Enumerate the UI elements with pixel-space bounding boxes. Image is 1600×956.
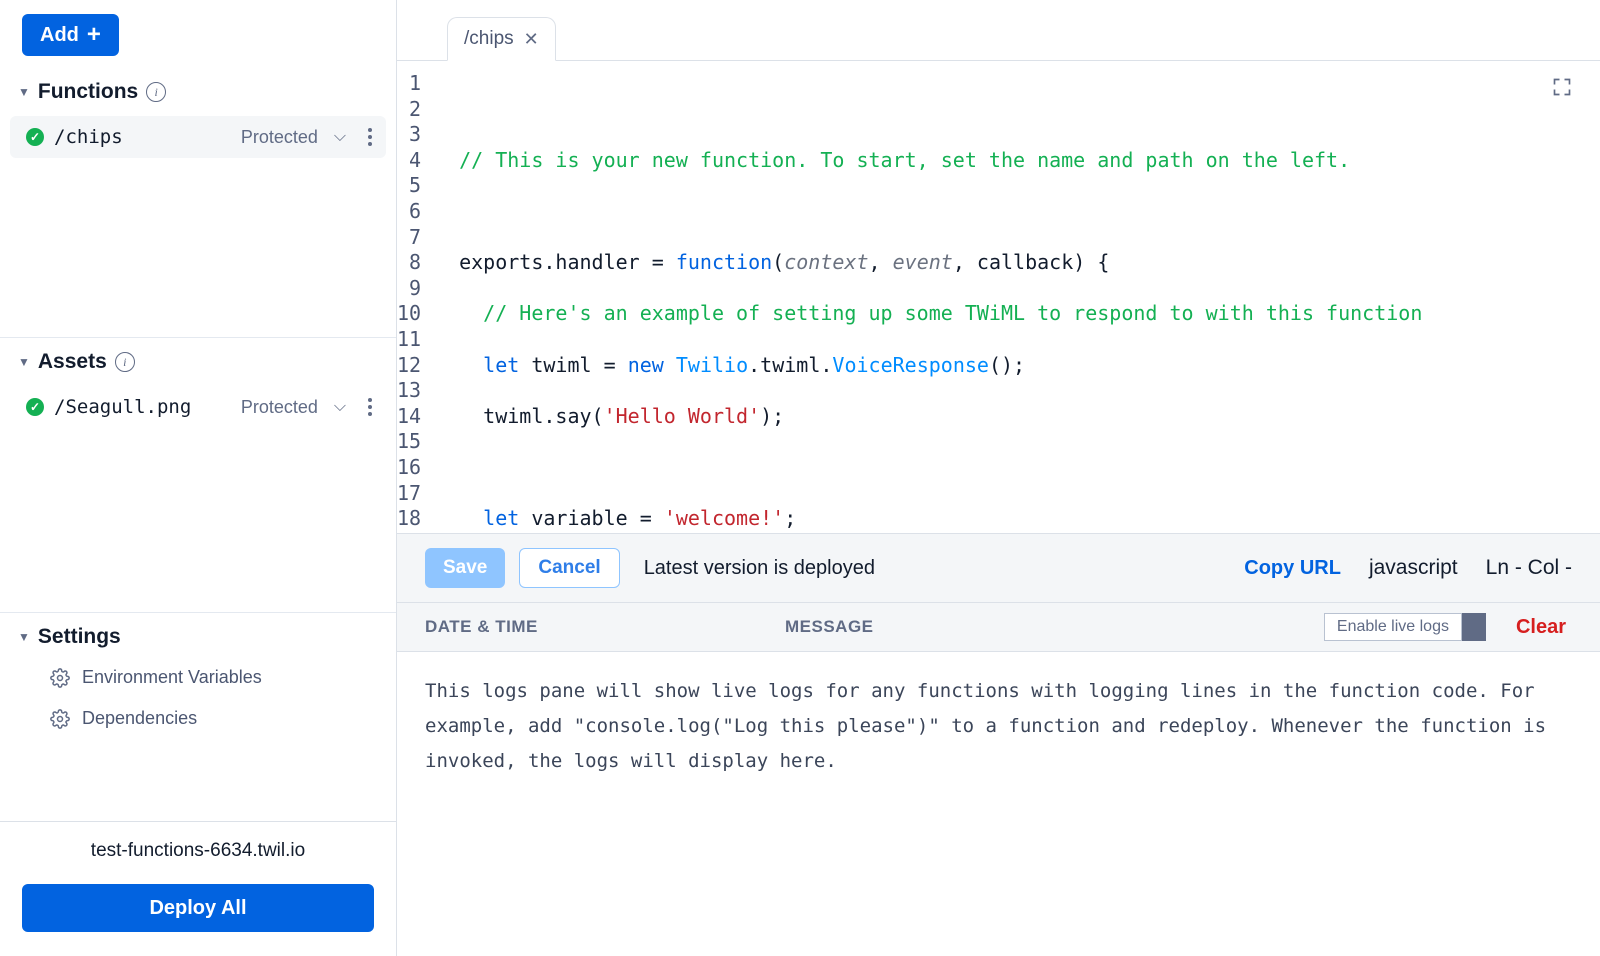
service-url: test-functions-6634.twil.io (22, 840, 374, 862)
code-editor[interactable]: 1 2 3 4 5 6 7 8 9 10 11 12 13 14 15 16 1… (397, 61, 1600, 533)
plus-icon: + (87, 23, 101, 47)
status-deployed-icon: ✓ (26, 398, 44, 416)
toggle-switch-icon (1462, 613, 1486, 641)
settings-env-vars[interactable]: Environment Variables (0, 657, 396, 698)
visibility-dropdown[interactable]: ⌵ (328, 398, 352, 416)
statusbar: Save Cancel Latest version is deployed C… (397, 533, 1600, 602)
logs-pane: This logs pane will show live logs for a… (397, 652, 1600, 956)
deploy-all-button[interactable]: Deploy All (22, 884, 374, 932)
visibility-dropdown[interactable]: ⌵ (328, 128, 352, 146)
visibility-label: Protected (241, 127, 318, 148)
section-header-functions[interactable]: ▼ Functions i (0, 72, 396, 112)
logs-header: DATE & TIME MESSAGE Enable live logs Cle… (397, 602, 1600, 652)
sidebar-footer: test-functions-6634.twil.io Deploy All (0, 821, 396, 956)
clear-logs-button[interactable]: Clear (1510, 615, 1572, 640)
section-settings: ▼ Settings Environment Variables Depende… (0, 613, 396, 821)
section-assets: ▼ Assets i ✓ /Seagull.png Protected ⌵ (0, 338, 396, 613)
info-icon[interactable]: i (115, 352, 135, 372)
function-name: /chips (54, 126, 231, 148)
asset-item-seagull[interactable]: ✓ /Seagull.png Protected ⌵ (10, 386, 386, 428)
visibility-label: Protected (241, 397, 318, 418)
tabbar: /chips ✕ (397, 0, 1600, 61)
tab-label: /chips (464, 28, 514, 50)
info-icon[interactable]: i (146, 82, 166, 102)
asset-name: /Seagull.png (54, 396, 231, 418)
cancel-button[interactable]: Cancel (519, 548, 619, 588)
add-button[interactable]: Add + (22, 14, 119, 56)
deploy-status: Latest version is deployed (644, 557, 1231, 580)
settings-item-label: Environment Variables (82, 667, 262, 688)
app-root: Add + ▼ Functions i ✓ /chips Protected ⌵… (0, 0, 1600, 956)
logs-placeholder: This logs pane will show live logs for a… (425, 680, 1546, 772)
gear-icon (50, 709, 70, 729)
code-content[interactable]: // This is your new function. To start, … (429, 61, 1600, 533)
section-header-settings[interactable]: ▼ Settings (0, 617, 396, 657)
save-button[interactable]: Save (425, 548, 505, 588)
chevron-down-icon: ▼ (18, 630, 30, 644)
status-deployed-icon: ✓ (26, 128, 44, 146)
enable-live-logs-toggle[interactable]: Enable live logs (1324, 613, 1486, 641)
ln-col-indicator: Ln - Col - (1486, 556, 1572, 580)
add-button-label: Add (40, 24, 79, 47)
chevron-down-icon: ▼ (18, 85, 30, 99)
copy-url-link[interactable]: Copy URL (1244, 557, 1341, 580)
section-title: Functions (38, 80, 138, 104)
logs-col-message: MESSAGE (785, 617, 1324, 637)
more-menu-icon[interactable] (362, 128, 378, 146)
line-gutter: 1 2 3 4 5 6 7 8 9 10 11 12 13 14 15 16 1… (397, 61, 429, 533)
settings-dependencies[interactable]: Dependencies (0, 698, 396, 739)
sidebar: Add + ▼ Functions i ✓ /chips Protected ⌵… (0, 0, 397, 956)
gear-icon (50, 668, 70, 688)
sidebar-top: Add + (0, 0, 396, 68)
expand-icon[interactable] (1552, 77, 1572, 104)
logs-col-date: DATE & TIME (425, 617, 785, 637)
chevron-down-icon: ▼ (18, 355, 30, 369)
close-icon[interactable]: ✕ (524, 29, 539, 50)
toggle-label: Enable live logs (1324, 613, 1462, 641)
section-title: Settings (38, 625, 121, 649)
main: /chips ✕ 1 2 3 4 5 6 7 8 9 10 11 12 13 1… (397, 0, 1600, 956)
section-functions: ▼ Functions i ✓ /chips Protected ⌵ (0, 68, 396, 338)
settings-item-label: Dependencies (82, 708, 197, 729)
section-header-assets[interactable]: ▼ Assets i (0, 342, 396, 382)
tab-chips[interactable]: /chips ✕ (447, 17, 556, 61)
language-label: javascript (1369, 556, 1458, 580)
section-title: Assets (38, 350, 107, 374)
function-item-chips[interactable]: ✓ /chips Protected ⌵ (10, 116, 386, 158)
more-menu-icon[interactable] (362, 398, 378, 416)
